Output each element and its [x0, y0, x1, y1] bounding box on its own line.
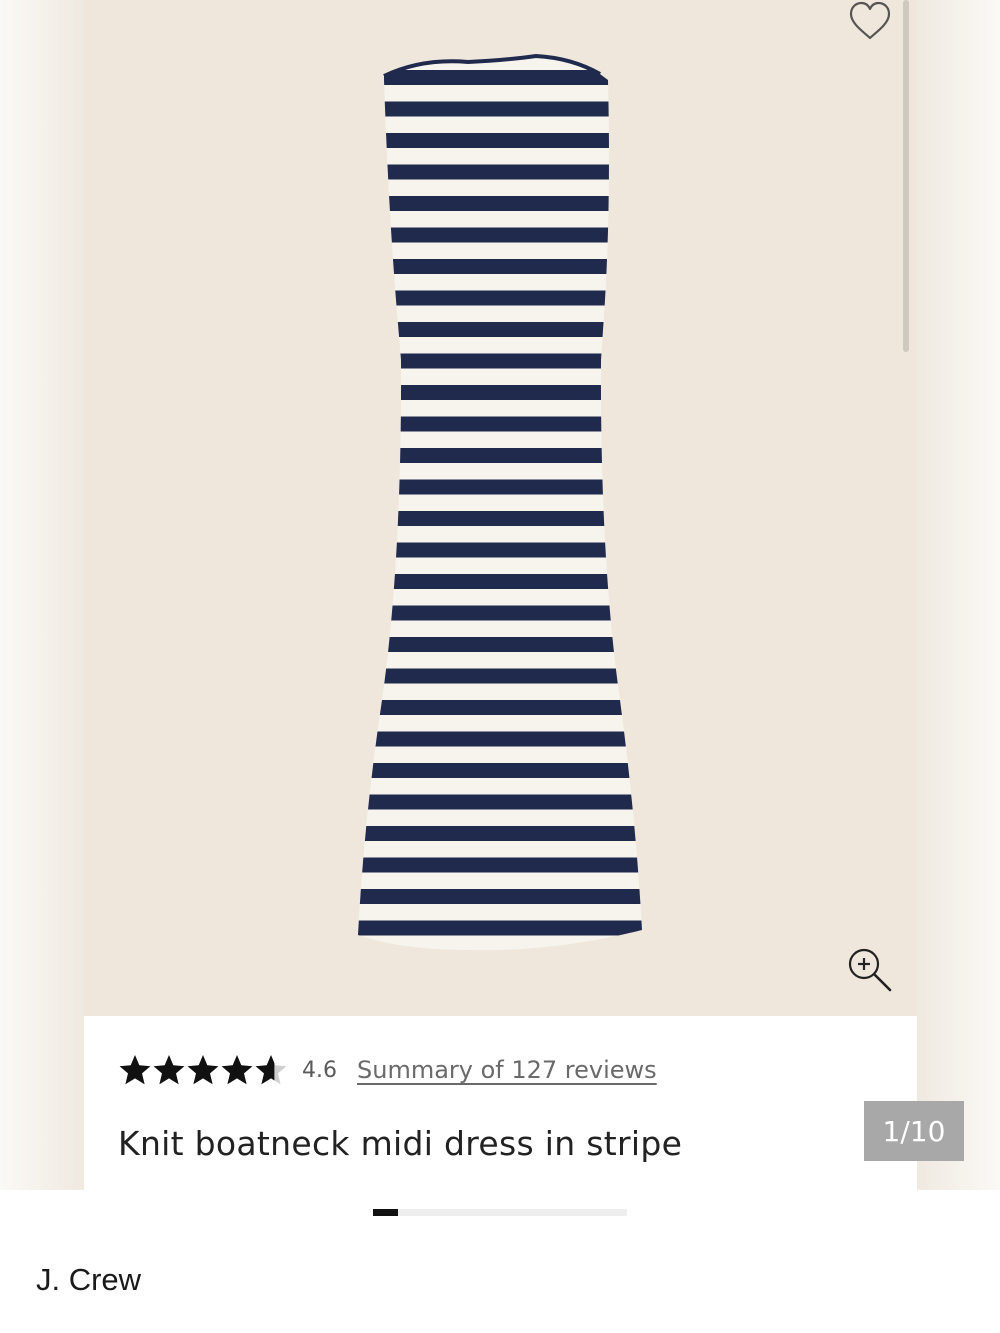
rating-value: 4.6	[302, 1057, 337, 1083]
section-heading-cropped	[36, 1318, 976, 1333]
gallery-progress	[373, 1209, 627, 1216]
gallery-progress-fill	[373, 1209, 399, 1216]
dress-stripe	[358, 763, 642, 778]
product-title: Knit boatneck midi dress in stripe	[118, 1124, 683, 1163]
dress-stripe	[358, 794, 642, 810]
star-icon	[220, 1053, 254, 1087]
dress-stripe	[358, 826, 642, 841]
dress-stripe	[358, 731, 642, 747]
dress-photo	[84, 0, 917, 1016]
star-icon	[254, 1053, 288, 1087]
dress-stripe	[358, 700, 642, 715]
image-scrollbar[interactable]	[903, 0, 909, 352]
star-rating	[118, 1053, 288, 1087]
star-icon	[152, 1053, 186, 1087]
product-image[interactable]	[84, 0, 917, 1016]
product-card: 4.6 Summary of 127 reviews Knit boatneck…	[84, 0, 964, 1216]
heart-outline-icon	[849, 1, 891, 40]
dress-stripe	[358, 920, 642, 936]
dress-stripe	[358, 857, 642, 873]
dress-stripe	[358, 668, 642, 684]
wishlist-button[interactable]	[845, 0, 895, 44]
dress-stripe	[358, 889, 642, 904]
page-background-right	[916, 0, 1000, 1190]
brand-name: J. Crew	[36, 1262, 142, 1297]
star-icon	[186, 1053, 220, 1087]
zoom-button[interactable]	[844, 944, 896, 996]
star-icon	[118, 1053, 152, 1087]
page-background-left	[0, 0, 84, 1190]
image-counter: 1/10	[864, 1101, 964, 1161]
zoom-in-icon	[848, 948, 892, 992]
reviews-summary-link[interactable]: Summary of 127 reviews	[357, 1056, 657, 1084]
rating-row: 4.6 Summary of 127 reviews	[118, 1050, 657, 1090]
